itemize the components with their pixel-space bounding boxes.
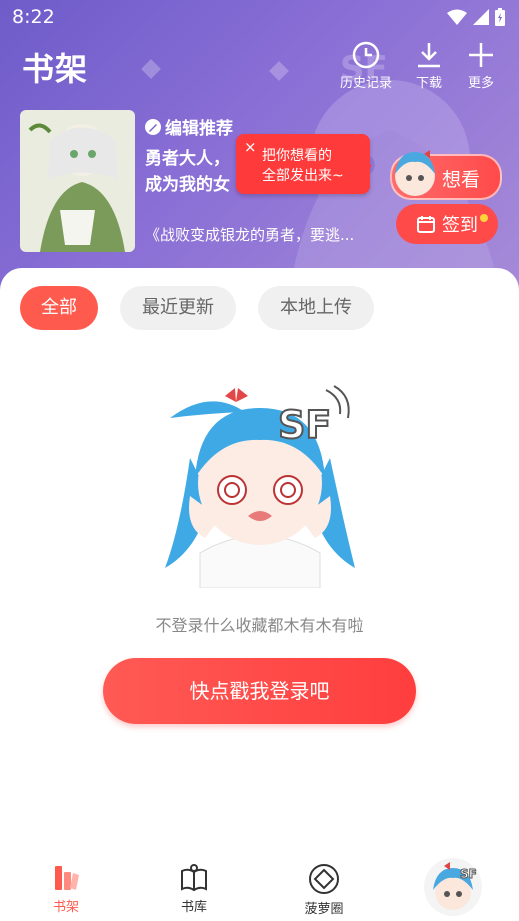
book-icon xyxy=(181,864,207,892)
bookshelf-icon xyxy=(55,866,79,890)
download-icon xyxy=(418,43,440,68)
nav-bookshelf-label: 书架 xyxy=(52,900,79,915)
sign-button-label: 签到 xyxy=(442,215,478,236)
status-time: 8:22 xyxy=(12,6,55,28)
want-to-read-button[interactable]: 想看 xyxy=(390,150,502,200)
download-label: 下载 xyxy=(415,76,442,91)
empty-state-mascot-illustration: SF xyxy=(165,385,355,588)
more-label: 更多 xyxy=(467,76,494,91)
sign-in-button[interactable]: 签到 xyxy=(396,204,498,244)
empty-state-message: 不登录什么收藏都木有木有啦 xyxy=(155,616,364,635)
plus-icon xyxy=(469,43,493,67)
tab-all[interactable]: 全部 xyxy=(20,286,98,330)
nav-library-label: 书库 xyxy=(180,900,207,915)
battery-icon xyxy=(495,8,505,26)
tooltip-line1: 把你想看的 xyxy=(262,148,332,164)
tooltip-line2: 全部发出来~ xyxy=(262,168,344,184)
user-avatar-icon: SF xyxy=(433,862,477,910)
profile-avatar[interactable]: SF xyxy=(424,858,482,916)
wishlist-tooltip: × 把你想看的 全部发出来~ xyxy=(236,134,372,194)
clock-icon xyxy=(352,41,380,69)
status-bar: 8:22 xyxy=(0,0,519,36)
calendar-icon xyxy=(417,216,435,233)
signal-icon xyxy=(473,9,489,25)
decor-diamond xyxy=(141,59,161,79)
editor-recommend-tag: 编辑推荐 xyxy=(145,114,233,139)
recommend-subtitle: 《战败变成银龙的勇者，要逃... xyxy=(145,226,355,244)
book-cover-illustration xyxy=(20,110,135,252)
history-button[interactable]: 历史记录 xyxy=(336,40,396,91)
download-button[interactable]: 下载 xyxy=(399,40,459,91)
recommend-tag-label: 编辑推荐 xyxy=(165,119,233,139)
nav-community-label: 菠萝圈 xyxy=(304,902,344,917)
more-button[interactable]: 更多 xyxy=(451,40,511,91)
want-button-label: 想看 xyxy=(442,169,481,191)
pen-badge-icon xyxy=(145,118,161,135)
login-button[interactable]: 快点戳我登录吧 xyxy=(103,658,416,724)
community-icon xyxy=(309,864,339,894)
tab-local-upload[interactable]: 本地上传 xyxy=(258,286,374,330)
notification-dot xyxy=(480,214,488,222)
wifi-icon xyxy=(447,9,467,25)
tab-recent-updates[interactable]: 最近更新 xyxy=(120,286,236,330)
nav-library[interactable]: 书库 xyxy=(154,863,234,915)
mascot-avatar-icon xyxy=(395,150,435,196)
nav-bookshelf[interactable]: 书架 xyxy=(26,863,106,915)
page-title: 书架 xyxy=(22,50,89,88)
recommend-book-cover[interactable] xyxy=(20,110,135,252)
history-label: 历史记录 xyxy=(339,76,392,91)
nav-community[interactable]: 菠萝圈 xyxy=(284,863,364,917)
close-icon[interactable]: × xyxy=(244,138,257,156)
svg-text:SF: SF xyxy=(278,403,331,447)
svg-text:SF: SF xyxy=(460,867,477,881)
